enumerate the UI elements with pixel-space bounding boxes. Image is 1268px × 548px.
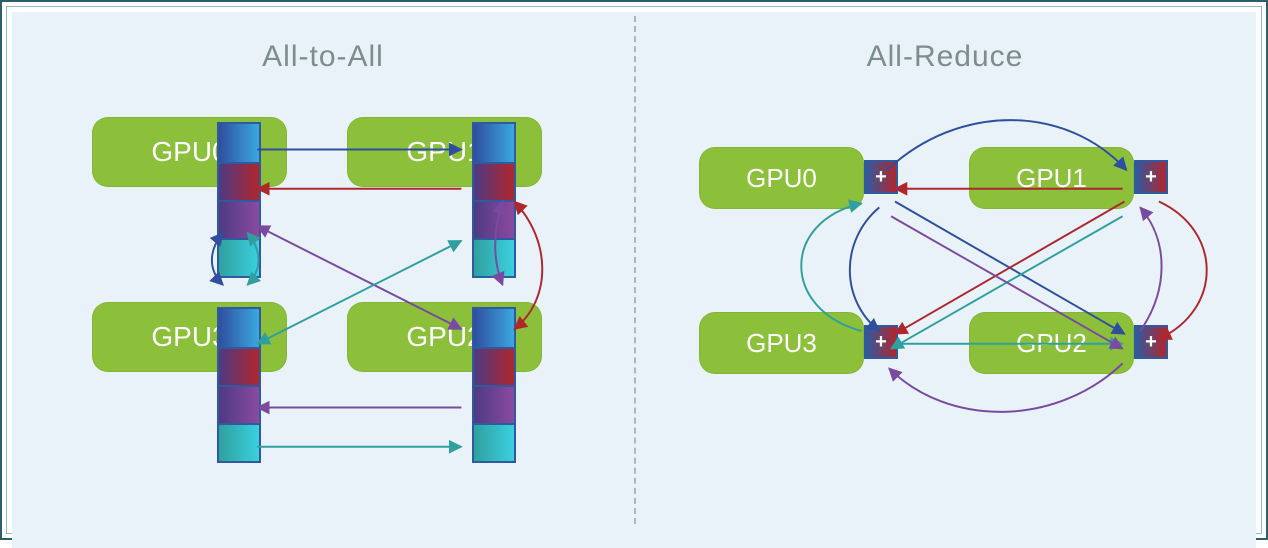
panel-divider	[634, 16, 636, 524]
plus-op: +	[875, 166, 887, 189]
title-all-reduce: All-Reduce	[634, 40, 1256, 74]
cell	[219, 347, 259, 385]
gpu0-box-r: GPU0	[699, 147, 864, 209]
stack-gpu3	[217, 307, 261, 463]
plus-op: +	[875, 331, 887, 354]
cell	[474, 347, 514, 385]
cell	[219, 124, 259, 162]
gpu1-box-r: GPU1	[969, 147, 1134, 209]
plusbox-gpu0: +	[864, 160, 898, 194]
plus-op: +	[1145, 331, 1157, 354]
cell	[474, 423, 514, 461]
gpu0-label-r: GPU0	[746, 163, 817, 194]
gpu3-label-r: GPU3	[746, 328, 817, 359]
cell	[474, 385, 514, 423]
cell	[474, 124, 514, 162]
plus-op: +	[1145, 166, 1157, 189]
cell	[474, 309, 514, 347]
stack-gpu1	[472, 122, 516, 278]
gpu2-label-r: GPU2	[1016, 328, 1087, 359]
plusbox-gpu3: +	[864, 325, 898, 359]
stack-gpu2	[472, 307, 516, 463]
stack-gpu0	[217, 122, 261, 278]
gpu2-box-r: GPU2	[969, 312, 1134, 374]
gpu3-box-r: GPU3	[699, 312, 864, 374]
cell	[219, 162, 259, 200]
gpu1-label-r: GPU1	[1016, 163, 1087, 194]
panel-all-reduce: All-Reduce GPU0 GPU1 GPU2 GPU3 + + + +	[634, 12, 1256, 548]
cell	[219, 238, 259, 276]
cell	[219, 423, 259, 461]
cell	[474, 238, 514, 276]
cell	[219, 385, 259, 423]
cell	[474, 200, 514, 238]
diagram-frame: All-to-All GPU0 GPU1 GPU2 GPU3	[0, 0, 1268, 540]
panel-all-to-all: All-to-All GPU0 GPU1 GPU2 GPU3	[12, 12, 634, 548]
arrows-all-reduce	[634, 12, 1256, 548]
cell	[219, 309, 259, 347]
plusbox-gpu2: +	[1134, 325, 1168, 359]
plusbox-gpu1: +	[1134, 160, 1168, 194]
cell	[474, 162, 514, 200]
cell	[219, 200, 259, 238]
title-all-to-all: All-to-All	[12, 40, 634, 74]
arrows-all-to-all	[12, 12, 634, 548]
